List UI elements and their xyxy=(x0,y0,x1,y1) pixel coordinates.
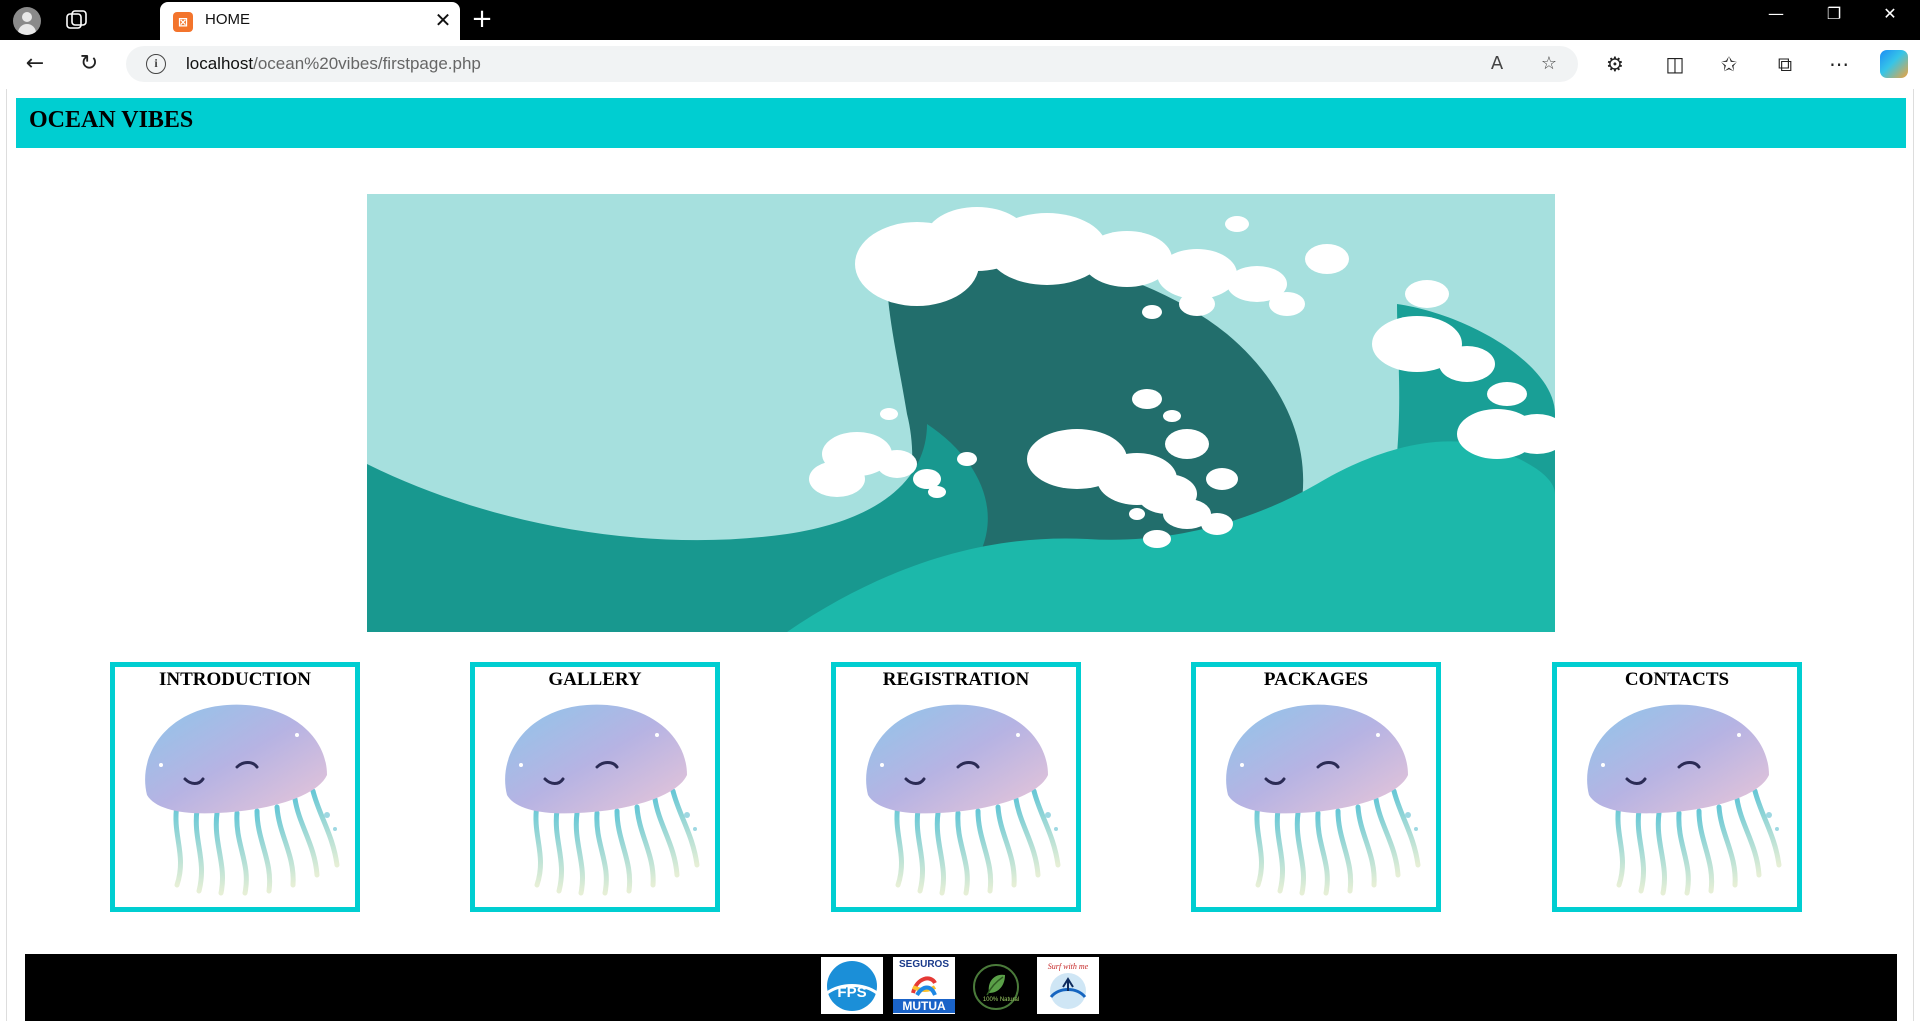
jellyfish-icon xyxy=(127,695,347,899)
nav-card-packages[interactable]: PACKAGES xyxy=(1191,662,1441,912)
url-host: localhost xyxy=(186,54,254,73)
mutua-text: MUTUA xyxy=(893,999,955,1013)
favorite-star-icon[interactable]: ☆ xyxy=(1536,52,1562,76)
workspaces-icon[interactable] xyxy=(64,8,90,32)
url-field[interactable]: i localhost/ocean%20vibes/firstpage.php … xyxy=(126,46,1578,82)
copilot-icon[interactable] xyxy=(1880,50,1908,78)
new-tab-icon[interactable]: + xyxy=(468,4,496,34)
close-tab-icon[interactable]: ✕ xyxy=(431,8,455,32)
card-label: GALLERY xyxy=(548,669,642,690)
site-footer: FPS SEGUROS MUTUA 100% Natural Surf with… xyxy=(25,954,1897,1021)
natural-leaf-logo[interactable]: 100% Natural xyxy=(965,957,1027,1014)
profile-avatar-icon[interactable] xyxy=(13,7,41,35)
extensions-icon[interactable]: ⚙ xyxy=(1600,50,1630,78)
jellyfish-icon xyxy=(848,695,1068,899)
page-viewport: OCEAN VIBES INTRODUCTION GALLERY REGISTR… xyxy=(6,89,1914,1021)
url-path: /ocean%20vibes/firstpage.php xyxy=(253,54,481,73)
natural-logo-text: 100% Natural xyxy=(983,997,1019,1003)
tab-title: HOME xyxy=(205,11,250,28)
minimize-icon[interactable]: — xyxy=(1756,4,1796,36)
site-title: OCEAN VIBES xyxy=(29,107,194,133)
xampp-favicon-icon: ⊠ xyxy=(173,12,193,32)
read-aloud-icon[interactable]: A xyxy=(1484,52,1510,76)
split-screen-icon[interactable]: ◫ xyxy=(1660,50,1690,78)
card-label: PACKAGES xyxy=(1263,669,1369,690)
site-info-icon[interactable]: i xyxy=(146,54,166,74)
jellyfish-icon xyxy=(487,695,707,899)
refresh-icon[interactable]: ↻ xyxy=(74,50,104,78)
seguros-text: SEGUROS xyxy=(898,959,949,970)
jellyfish-icon xyxy=(1208,695,1428,899)
more-options-icon[interactable]: ⋯ xyxy=(1824,50,1854,78)
collections-icon[interactable]: ⧉ xyxy=(1770,50,1800,78)
fps-logo[interactable]: FPS xyxy=(821,957,883,1014)
back-arrow-icon[interactable]: ← xyxy=(20,50,50,78)
restore-icon[interactable]: ❐ xyxy=(1814,4,1854,36)
nav-card-registration[interactable]: REGISTRATION xyxy=(831,662,1081,912)
address-bar-row: ← ↻ i localhost/ocean%20vibes/firstpage.… xyxy=(0,40,1920,88)
fps-logo-text: FPS xyxy=(837,984,866,1001)
card-label: CONTACTS xyxy=(1624,669,1730,690)
site-header: OCEAN VIBES xyxy=(16,98,1906,148)
close-window-icon[interactable]: ✕ xyxy=(1870,4,1910,36)
favorites-icon[interactable]: ✩ xyxy=(1714,50,1744,78)
surf-with-me-logo[interactable]: Surf with me xyxy=(1037,957,1099,1014)
card-label: REGISTRATION xyxy=(882,669,1030,690)
seguros-mutua-logo[interactable]: SEGUROS MUTUA xyxy=(893,957,955,1014)
browser-title-bar: ⊠ HOME ✕ + — ❐ ✕ xyxy=(0,0,1920,40)
hero-wave-image xyxy=(367,194,1567,632)
surf-logo-text: Surf with me xyxy=(1048,962,1089,971)
card-label: INTRODUCTION xyxy=(158,669,312,690)
url-text: localhost/ocean%20vibes/firstpage.php xyxy=(186,54,481,74)
jellyfish-icon xyxy=(1569,695,1789,899)
nav-card-introduction[interactable]: INTRODUCTION xyxy=(110,662,360,912)
nav-card-gallery[interactable]: GALLERY xyxy=(470,662,720,912)
tab-home[interactable]: ⊠ HOME ✕ xyxy=(160,2,460,40)
nav-card-contacts[interactable]: CONTACTS xyxy=(1552,662,1802,912)
